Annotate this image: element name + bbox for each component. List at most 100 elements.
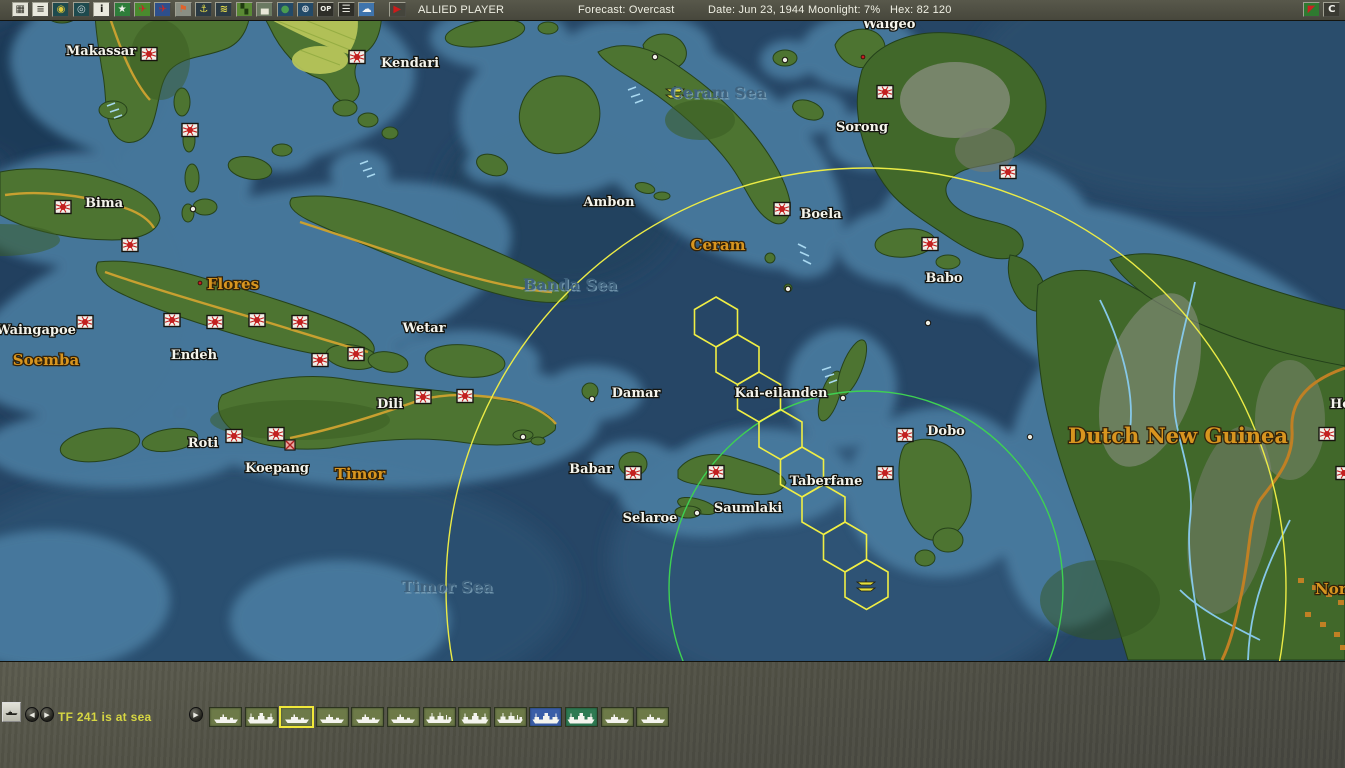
info-icon[interactable]: i xyxy=(93,2,111,17)
enemy-base-flag[interactable] xyxy=(773,201,791,217)
map-label: Dutch New Guinea xyxy=(1068,423,1288,448)
enemy-base-flag[interactable] xyxy=(707,464,725,480)
map-label: Babo xyxy=(925,271,963,286)
ship-button[interactable] xyxy=(386,707,420,727)
map-label: Taberfane xyxy=(790,474,863,489)
enemy-base-flag[interactable] xyxy=(348,49,366,65)
map-label: Kai-eilanden xyxy=(735,386,828,401)
dot-base[interactable] xyxy=(588,395,596,403)
map-label: Koepang xyxy=(245,461,309,476)
dot-base[interactable] xyxy=(519,433,527,441)
map-label: Ceram xyxy=(691,236,746,254)
enemy-base-flag[interactable] xyxy=(225,428,243,444)
dot-base[interactable] xyxy=(839,394,847,402)
map-label: Roti xyxy=(188,436,218,451)
map-label: Sorong xyxy=(836,120,888,135)
amphib-ops-icon[interactable]: ▄ xyxy=(256,2,274,17)
ship-button[interactable] xyxy=(244,707,278,727)
enemy-base-flag[interactable] xyxy=(414,389,432,405)
ship-button[interactable] xyxy=(209,707,242,727)
dot-base[interactable] xyxy=(924,319,932,327)
ship-button[interactable] xyxy=(564,707,598,727)
enemy-base-flag[interactable] xyxy=(206,314,224,330)
dot-base[interactable] xyxy=(189,205,197,213)
enemy-base-flag[interactable] xyxy=(876,84,894,100)
tf-panel: ◀ ▶ TF 241 is at sea ▶ SW xyxy=(0,661,1345,768)
map-label: Bima xyxy=(85,196,124,211)
toolbar-icons: ▦ ≡ ◉ ◎ i ★ ✈ ✈ ⚑ ⚓ ≋ ▚ ▄ ● ⊕ OP ☰ ☁ ▶ xyxy=(10,1,407,18)
enemy-base-flag[interactable] xyxy=(267,426,285,442)
moonlight-label: Moonlight: 7% xyxy=(808,4,881,16)
enemy-base-flag[interactable] xyxy=(54,199,72,215)
intel-monitor-icon[interactable]: ◉ xyxy=(52,2,70,17)
enemy-base-flag[interactable] xyxy=(876,465,894,481)
map-label: Dili xyxy=(377,397,403,412)
enemy-base-flag[interactable] xyxy=(347,346,365,362)
ship-button[interactable] xyxy=(529,707,563,727)
map-label: Babar xyxy=(569,462,613,477)
tf-list-button[interactable] xyxy=(2,702,21,722)
air-ops-icon[interactable]: ✈ xyxy=(133,2,151,17)
map-label: Ho xyxy=(1330,397,1345,412)
ship-view-icon[interactable]: ⚓ xyxy=(195,2,213,17)
operations-icon[interactable]: OP xyxy=(317,2,335,17)
ship-button[interactable] xyxy=(315,707,349,727)
dot-base[interactable] xyxy=(1026,433,1034,441)
save-icon[interactable]: ▦ xyxy=(11,2,29,17)
ship-button[interactable] xyxy=(351,707,385,727)
dot-base[interactable] xyxy=(781,56,789,64)
ship-button[interactable] xyxy=(279,706,315,728)
reinforcements-icon[interactable]: ◤ xyxy=(1302,2,1320,17)
combat-report-icon[interactable]: C xyxy=(1323,2,1341,17)
world-map-icon[interactable]: ● xyxy=(276,2,294,17)
enemy-base-flag[interactable] xyxy=(999,164,1017,180)
unit-dot xyxy=(860,54,866,60)
reports-icon[interactable]: ≡ xyxy=(32,2,50,17)
ruler-icon[interactable]: ☰ xyxy=(337,2,355,17)
map-label: Saumlaki xyxy=(714,501,782,516)
enemy-base-flag[interactable] xyxy=(140,46,158,62)
ground-forces-icon[interactable]: ▚ xyxy=(235,2,253,17)
ship-button[interactable] xyxy=(493,707,527,727)
prev-tf-button[interactable]: ◀ xyxy=(25,707,39,722)
tf-status-text: TF 241 is at sea xyxy=(58,710,152,724)
end-turn-icon[interactable]: ▶ xyxy=(388,2,406,17)
enemy-base-flag[interactable] xyxy=(921,236,939,252)
map-label: Nort xyxy=(1315,580,1345,598)
dot-base[interactable] xyxy=(693,509,701,517)
ship-scroll-button[interactable]: ▶ xyxy=(189,707,203,722)
dot-base[interactable] xyxy=(784,285,792,293)
task-force-view-icon[interactable]: ≋ xyxy=(215,2,233,17)
dot-base[interactable] xyxy=(651,53,659,61)
next-tf-button[interactable]: ▶ xyxy=(40,707,54,722)
enemy-base-flag[interactable] xyxy=(163,312,181,328)
enemy-base-flag[interactable] xyxy=(181,122,199,138)
map-label: Timor xyxy=(335,465,387,483)
enemy-base-flag[interactable] xyxy=(291,314,309,330)
allied-star-icon[interactable]: ★ xyxy=(113,2,131,17)
flag-marker-icon[interactable]: ⚑ xyxy=(174,2,192,17)
enemy-base-flag[interactable] xyxy=(456,388,474,404)
player-turn-label: ALLIED PLAYER xyxy=(418,4,505,16)
strategic-view-icon[interactable]: ⊕ xyxy=(296,2,314,17)
signal-intel-icon[interactable]: ◎ xyxy=(72,2,90,17)
map-label: Selaroe xyxy=(623,511,678,526)
enemy-base-flag[interactable] xyxy=(248,312,266,328)
naval-air-ops-icon[interactable]: ✈ xyxy=(154,2,172,17)
enemy-base-flag[interactable] xyxy=(311,352,329,368)
ship-button[interactable] xyxy=(636,707,670,727)
ship-button[interactable] xyxy=(600,707,634,727)
enemy-base-flag[interactable] xyxy=(1318,426,1336,442)
enemy-base-flag[interactable] xyxy=(896,427,914,443)
enemy-base-flag[interactable] xyxy=(121,237,139,253)
enemy-base-flag[interactable] xyxy=(1335,465,1345,481)
ship-button[interactable] xyxy=(422,707,456,727)
enemy-base-flag[interactable] xyxy=(624,465,642,481)
hex-coords-label: Hex: 82 120 xyxy=(890,4,952,16)
enemy-port-marker[interactable] xyxy=(284,439,296,451)
map-canvas[interactable]: MakassarKendariWaigeoCeram SeaCeram SeaS… xyxy=(0,0,1345,768)
ship-button[interactable] xyxy=(458,707,492,727)
map-label: Timor Sea xyxy=(401,577,493,596)
weather-icon[interactable]: ☁ xyxy=(358,2,376,17)
enemy-base-flag[interactable] xyxy=(76,314,94,330)
